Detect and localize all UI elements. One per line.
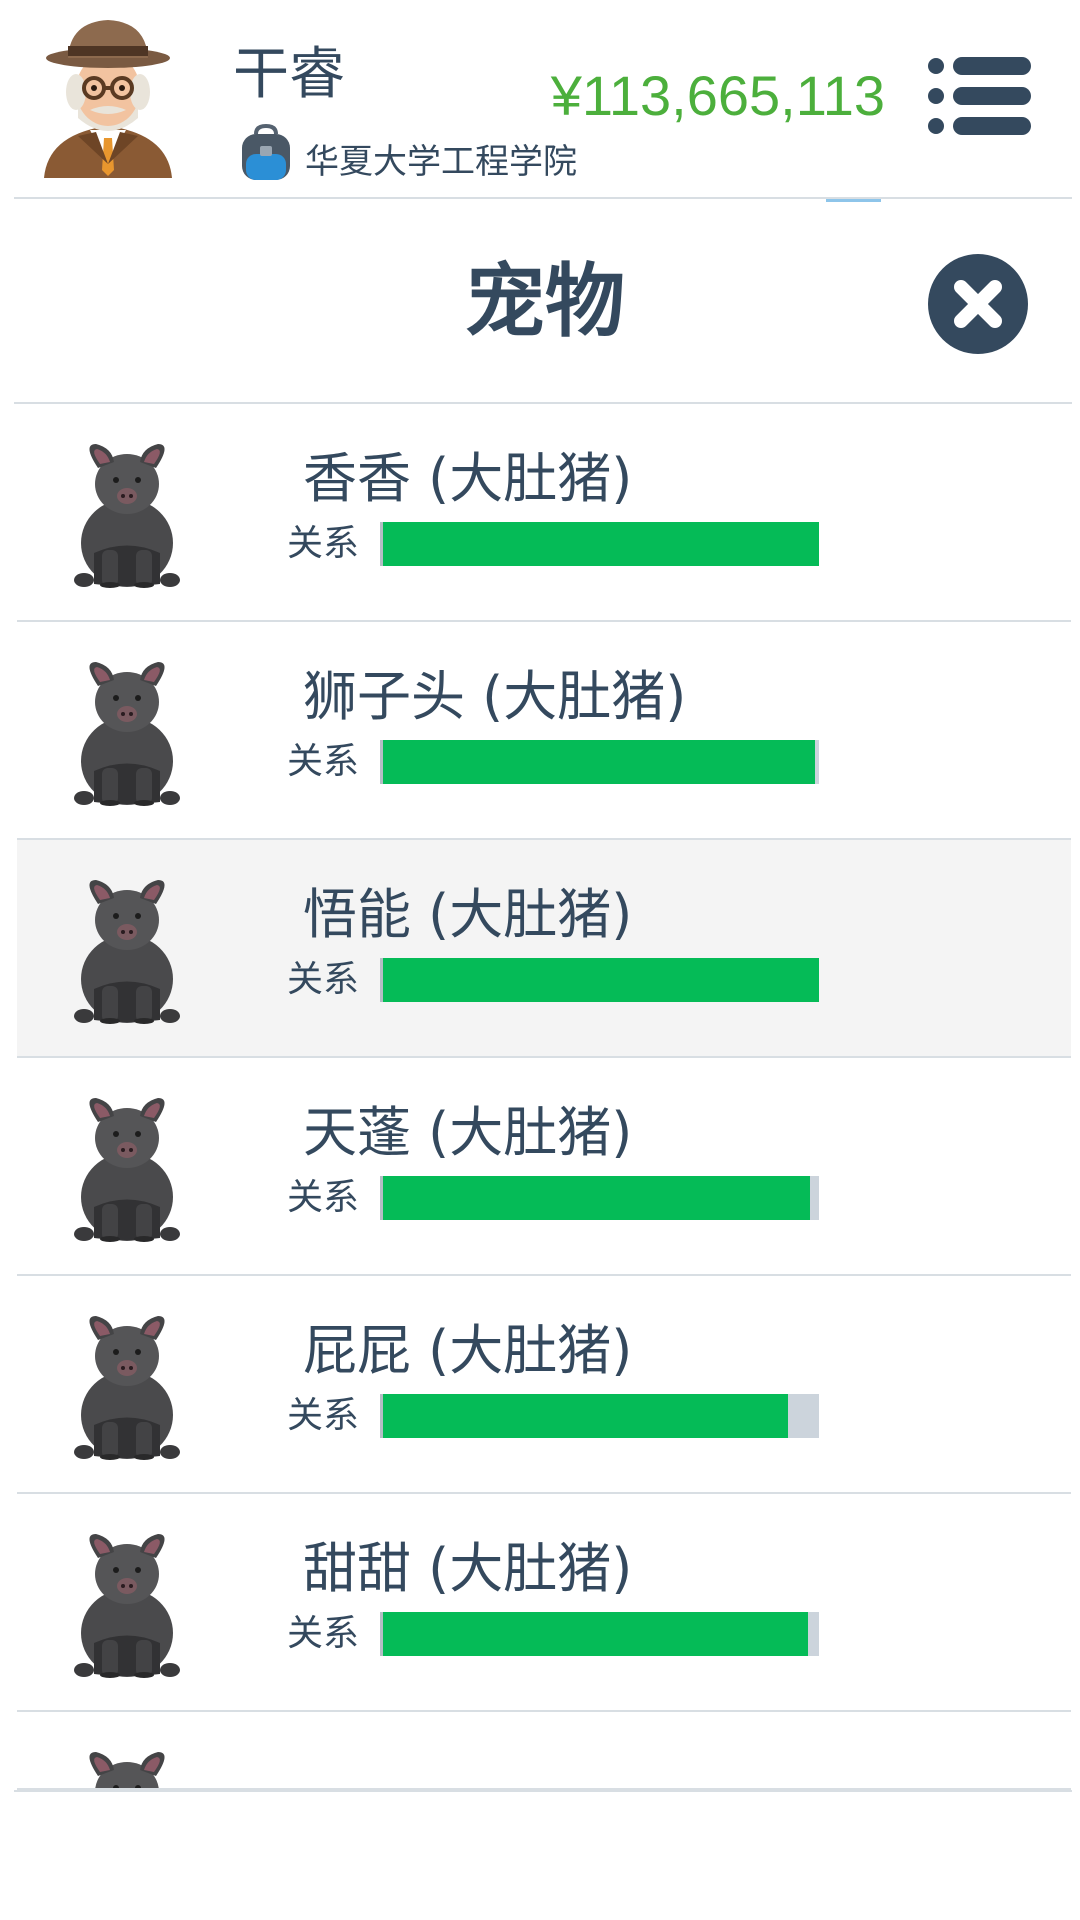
relation-fill: [383, 740, 815, 784]
close-icon[interactable]: [927, 253, 1029, 355]
backpack-icon: [242, 124, 290, 180]
school-name: 华夏大学工程学院: [305, 142, 577, 182]
relation-bar: [380, 740, 819, 784]
relation-bar: [380, 958, 819, 1002]
relation-fill: [383, 1394, 789, 1438]
pig-icon: [72, 1528, 182, 1678]
pet-row[interactable]: 香香 (大肚猪) 关系: [17, 404, 1071, 622]
relation-label: 关系: [287, 741, 360, 782]
pig-icon: [72, 874, 182, 1024]
money-balance: ¥113,665,113: [550, 64, 885, 127]
top-bar: 干睿 华夏大学工程学院 ¥113,665,113: [0, 0, 1080, 202]
pet-row[interactable]: 狮子头 (大肚猪) 关系: [17, 622, 1071, 840]
pet-row[interactable]: 悟能 (大肚猪) 关系: [17, 840, 1071, 1058]
pet-name: 悟能 (大肚猪): [303, 883, 633, 946]
header-accent: [826, 199, 881, 202]
pig-icon: [72, 1310, 182, 1460]
pig-icon: [72, 438, 182, 588]
pet-row[interactable]: 甜甜 (大肚猪) 关系: [17, 1494, 1071, 1712]
relation-bar: [380, 522, 819, 566]
relation-bar: [380, 1176, 819, 1220]
relation-bar: [380, 1394, 819, 1438]
relation-label: 关系: [287, 1395, 360, 1436]
pet-row-partial[interactable]: [17, 1712, 1071, 1790]
relation-fill: [383, 1612, 809, 1656]
pig-icon: [72, 656, 182, 806]
relation-fill: [383, 1176, 811, 1220]
header-divider: [14, 197, 1072, 199]
relation-fill: [383, 958, 819, 1002]
player-avatar[interactable]: [38, 14, 178, 178]
relation-fill: [383, 522, 819, 566]
player-name: 干睿: [233, 42, 345, 107]
relation-label: 关系: [287, 959, 360, 1000]
panel-title: 宠物: [465, 255, 625, 348]
relation-bar: [380, 1612, 819, 1656]
relation-label: 关系: [287, 523, 360, 564]
relation-label: 关系: [287, 1177, 360, 1218]
list-menu-icon[interactable]: [927, 56, 1031, 136]
pet-name: 狮子头 (大肚猪): [303, 665, 687, 728]
relation-label: 关系: [287, 1613, 360, 1654]
pet-name: 香香 (大肚猪): [303, 447, 633, 510]
pig-icon: [72, 1746, 182, 1790]
list-bottom-divider: [14, 1790, 1072, 1792]
pet-list[interactable]: 香香 (大肚猪) 关系 狮子头 (大肚猪) 关系 悟能 (大肚猪) 关系 天蓬 …: [17, 404, 1071, 1790]
pet-row[interactable]: 屁屁 (大肚猪) 关系: [17, 1276, 1071, 1494]
pet-name: 甜甜 (大肚猪): [303, 1537, 633, 1600]
pet-name: 屁屁 (大肚猪): [303, 1319, 633, 1382]
pig-icon: [72, 1092, 182, 1242]
pet-row[interactable]: 天蓬 (大肚猪) 关系: [17, 1058, 1071, 1276]
pet-name: 天蓬 (大肚猪): [303, 1101, 633, 1164]
